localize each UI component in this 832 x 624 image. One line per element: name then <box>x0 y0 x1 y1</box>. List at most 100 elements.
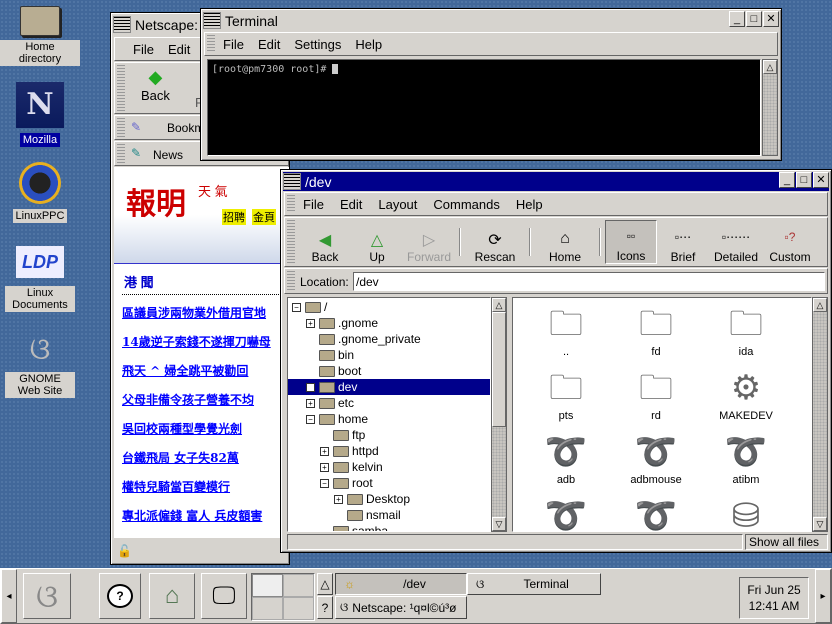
minimize-button[interactable]: _ <box>779 172 795 188</box>
collapse-icon[interactable]: − <box>306 414 315 424</box>
menu-edit[interactable]: Edit <box>168 42 190 57</box>
desktop-icon-ldp[interactable]: LDP Linux Documents <box>0 246 80 312</box>
tree-item[interactable]: nsmail <box>292 507 490 523</box>
tree-item[interactable]: − / <box>292 299 490 315</box>
headline-link[interactable]: 台鐵飛局 女子失82萬 <box>122 450 289 466</box>
terminal-title-bar[interactable]: Terminal <box>203 11 779 30</box>
tree-item[interactable]: ftp <box>292 427 490 443</box>
weather-link[interactable]: 天 氣 <box>198 181 228 200</box>
headline-link[interactable]: 吳回校兩種型學覺光劍 <box>122 421 289 437</box>
file-item[interactable]: 🗀 rd <box>611 366 701 422</box>
terminal-launcher[interactable]: 🖵 <box>201 573 247 619</box>
tree-item[interactable]: .gnome_private <box>292 331 490 347</box>
headline-link[interactable]: 區議員涉兩物業外借用官地 <box>122 305 289 321</box>
home-button[interactable]: ⌂ Home <box>535 220 595 264</box>
gnome-main-menu-button[interactable]: ଓ <box>23 573 71 619</box>
headline-link[interactable]: 權特兒騎當百變模行 <box>122 479 289 495</box>
file-item[interactable]: ➰ adb <box>521 430 611 486</box>
tree-item[interactable]: samba <box>292 523 490 531</box>
menu-commands[interactable]: Commands <box>433 197 499 212</box>
file-item[interactable]: ➰ atibm <box>701 430 791 486</box>
expand-icon[interactable]: + <box>306 318 315 328</box>
expand-icon[interactable]: + <box>320 446 329 456</box>
headline-link[interactable]: 專北派僱錢 富人 兵皮額害 <box>122 508 289 524</box>
tree-item[interactable]: + kelvin <box>292 459 490 475</box>
file-item[interactable]: 🗀.. <box>521 302 611 358</box>
file-item[interactable]: 🗀 pts <box>521 366 611 422</box>
expand-icon[interactable]: + <box>306 398 315 408</box>
collapse-icon[interactable]: − <box>292 302 301 312</box>
headline-link[interactable]: 14歲逆子索錢不遂揮刀嚇母 <box>122 334 289 350</box>
task-netscape[interactable]: ଓ Netscape: ¹q¤l©ú³ø <box>335 596 467 619</box>
panel-hide-right-button[interactable]: ▸ <box>815 569 831 623</box>
yellow-pages-link[interactable]: 金頁 <box>252 209 276 225</box>
headline-link[interactable]: 父母非備令孩子營養不均 <box>122 392 289 408</box>
file-item[interactable]: ➰ adbmouse <box>611 430 701 486</box>
tree-item[interactable]: − root <box>292 475 490 491</box>
file-manager-title-bar[interactable]: /dev <box>283 172 829 191</box>
collapse-icon[interactable]: − <box>320 478 329 488</box>
maximize-button[interactable]: □ <box>796 172 812 188</box>
forward-button[interactable]: ▷ Forward <box>403 220 455 264</box>
headline-link[interactable]: 飛天 ^ 婦全跳平被勸回 <box>122 363 289 379</box>
icons-view-button[interactable]: ▫▫ Icons <box>605 220 657 264</box>
file-item[interactable]: ⚙ MAKEDEV <box>701 366 791 422</box>
help-launcher[interactable]: ? <box>99 573 141 619</box>
security-lock-icon[interactable]: 🔓 <box>117 544 132 558</box>
directory-tree[interactable]: − / + .gnome .gnome_private bin boot + dev + etc − h… <box>287 297 491 532</box>
workspace-1[interactable] <box>252 574 283 597</box>
menu-edit[interactable]: Edit <box>258 37 280 52</box>
menu-file[interactable]: File <box>223 37 244 52</box>
menu-file[interactable]: File <box>303 197 324 212</box>
menu-file[interactable]: File <box>133 42 154 57</box>
jobs-link[interactable]: 招聘 <box>222 209 246 225</box>
workspace-2[interactable] <box>283 574 314 597</box>
configurator-launcher[interactable]: ⌂ <box>149 573 195 619</box>
bookmarks-button[interactable]: Bookm <box>167 121 204 135</box>
file-item[interactable]: ➰ <box>521 494 611 531</box>
back-button[interactable]: ◀ Back <box>299 220 351 264</box>
icon-view-scrollbar[interactable]: △ ▽ <box>812 297 828 532</box>
desktop-icon-gnome-web[interactable]: ଓ GNOME Web Site <box>0 332 80 398</box>
window-menu-icon[interactable] <box>203 12 221 29</box>
tree-item[interactable]: − home <box>292 411 490 427</box>
close-button[interactable]: ✕ <box>763 11 779 27</box>
tree-scrollbar[interactable]: △ ▽ <box>491 297 507 532</box>
brief-view-button[interactable]: ▫⋯ Brief <box>657 220 709 264</box>
workspace-4[interactable] <box>283 597 314 620</box>
task-dev[interactable]: ☼ /dev <box>335 573 467 595</box>
up-button[interactable]: △ Up <box>351 220 403 264</box>
desktop-icon-linuxppc[interactable]: LinuxPPC <box>0 162 80 223</box>
tree-item[interactable]: + etc <box>292 395 490 411</box>
back-button[interactable]: ◆ Back <box>141 67 170 103</box>
workspace-pager[interactable] <box>251 573 315 621</box>
custom-view-button[interactable]: ▫? Custom <box>763 220 817 264</box>
window-menu-icon[interactable] <box>113 16 131 33</box>
tree-item[interactable]: bin <box>292 347 490 363</box>
minimize-button[interactable]: _ <box>729 11 745 27</box>
terminal-scrollbar[interactable]: △ <box>762 59 778 156</box>
desktop-icon-mozilla[interactable]: N Mozilla <box>0 82 80 147</box>
tree-item[interactable]: + dev <box>288 379 490 395</box>
menu-help[interactable]: Help <box>355 37 382 52</box>
tree-item[interactable]: + Desktop <box>292 491 490 507</box>
rescan-button[interactable]: ⟳ Rescan <box>465 220 525 264</box>
location-input[interactable] <box>353 272 825 291</box>
expand-icon[interactable]: + <box>334 494 343 504</box>
menu-help[interactable]: Help <box>516 197 543 212</box>
task-terminal[interactable]: ଓ Terminal <box>467 573 601 595</box>
tree-item[interactable]: boot <box>292 363 490 379</box>
news-link[interactable]: News <box>153 148 183 162</box>
menu-edit[interactable]: Edit <box>340 197 362 212</box>
tasklist-help-button[interactable]: ? <box>317 596 333 619</box>
panel-hide-left-button[interactable]: ◂ <box>1 569 17 623</box>
tree-item[interactable]: + httpd <box>292 443 490 459</box>
terminal-output[interactable]: [root@pm7300 root]# <box>207 59 761 156</box>
desktop-icon-home[interactable]: Home directory <box>0 6 80 66</box>
maximize-button[interactable]: □ <box>746 11 762 27</box>
expand-icon[interactable]: + <box>320 462 329 472</box>
tasklist-arrow-button[interactable]: △ <box>317 573 333 595</box>
file-item[interactable]: 🗀 fd <box>611 302 701 358</box>
workspace-3[interactable] <box>252 597 283 620</box>
detailed-view-button[interactable]: ▫⋯⋯ Detailed <box>709 220 763 264</box>
